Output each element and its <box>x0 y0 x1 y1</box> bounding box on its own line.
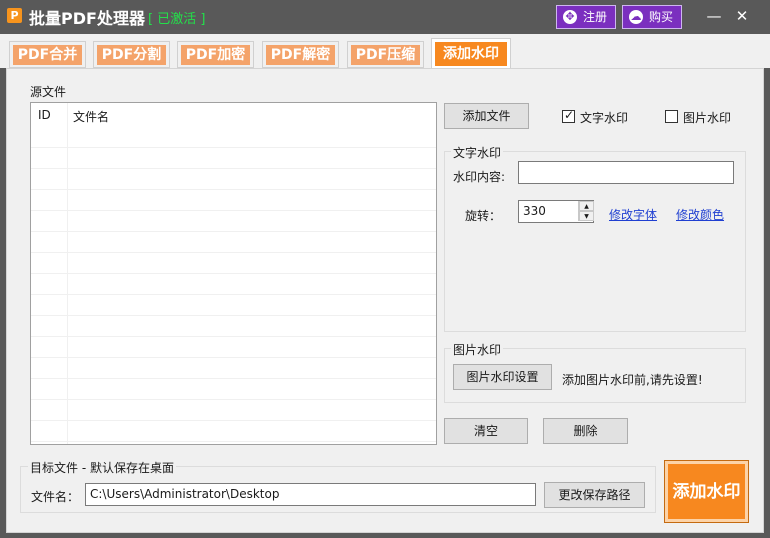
add-watermark-button[interactable]: 添加水印 <box>664 460 749 523</box>
list-row <box>31 232 436 253</box>
close-icon: ✕ <box>735 7 749 25</box>
tab-strip: PDF合并 PDF分割 PDF加密 PDF解密 PDF压缩 添加水印 <box>0 34 770 69</box>
tab-pdf-encrypt[interactable]: PDF加密 <box>177 41 254 68</box>
image-watermark-hint: 添加图片水印前,请先设置! <box>562 373 703 387</box>
buy-label: 购买 <box>649 10 674 24</box>
list-row <box>31 253 436 274</box>
image-watermark-settings-button[interactable]: 图片水印设置 <box>453 364 552 390</box>
change-save-path-button[interactable]: 更改保存路径 <box>544 482 645 508</box>
tab-pdf-split[interactable]: PDF分割 <box>93 41 170 68</box>
spin-up-icon[interactable]: ▲ <box>579 201 594 211</box>
text-watermark-group-label: 文字水印 <box>451 144 504 161</box>
app-logo-icon: P <box>7 8 22 23</box>
tab-pdf-compress[interactable]: PDF压缩 <box>347 41 424 68</box>
list-row <box>31 337 436 358</box>
save-path-input[interactable]: C:\Users\Administrator\Desktop <box>85 483 536 506</box>
tab-label: PDF压缩 <box>351 45 420 65</box>
watermark-content-label: 水印内容: <box>453 170 506 184</box>
list-row <box>31 400 436 421</box>
tab-pdf-merge[interactable]: PDF合并 <box>9 41 86 68</box>
close-button[interactable]: ✕ <box>732 6 752 26</box>
column-header-filename[interactable]: 文件名 <box>73 108 109 125</box>
rotate-label: 旋转： <box>465 209 502 223</box>
file-list[interactable]: ID 文件名 <box>30 102 437 445</box>
minimize-button[interactable]: — <box>704 6 724 26</box>
register-button[interactable]: ✥ 注册 <box>556 5 616 29</box>
target-group-label: 目标文件 - 默认保存在桌面 <box>28 459 176 476</box>
delete-button[interactable]: 删除 <box>543 418 628 444</box>
change-font-link[interactable]: 修改字体 <box>609 206 657 223</box>
app-title: 批量PDF处理器 <box>29 9 145 28</box>
cart-icon: ☁ <box>629 10 643 24</box>
list-row <box>31 379 436 400</box>
title-bar: P 批量PDF处理器 [ 已激活 ] ✥ 注册 ☁ 购买 — ✕ <box>0 0 770 34</box>
list-row <box>31 127 436 148</box>
main-panel: 源文件 ID 文件名 添加文件 ✓ 文字水印 图片水印 文字水印 水印内容: 旋… <box>6 68 764 533</box>
tab-label: PDF分割 <box>97 45 166 65</box>
tab-add-watermark[interactable]: 添加水印 <box>431 38 511 69</box>
tab-label: PDF加密 <box>181 45 250 65</box>
list-row <box>31 148 436 169</box>
buy-button[interactable]: ☁ 购买 <box>622 5 682 29</box>
file-list-header: ID 文件名 <box>31 103 436 127</box>
watermark-content-input[interactable] <box>518 161 734 184</box>
image-watermark-checkbox[interactable] <box>665 110 678 123</box>
text-watermark-checkbox[interactable]: ✓ <box>562 108 575 123</box>
minimize-icon: — <box>706 7 722 25</box>
add-file-button[interactable]: 添加文件 <box>444 103 529 129</box>
tab-label: 添加水印 <box>435 42 507 66</box>
rotate-value: 330 <box>523 204 546 218</box>
list-row <box>31 316 436 337</box>
list-row <box>31 295 436 316</box>
file-name-label: 文件名： <box>31 490 80 504</box>
list-row <box>31 274 436 295</box>
list-row <box>31 169 436 190</box>
column-header-id[interactable]: ID <box>38 108 51 122</box>
register-icon: ✥ <box>563 10 577 24</box>
register-label: 注册 <box>583 10 608 24</box>
checkmark-icon: ✓ <box>564 108 575 122</box>
list-row <box>31 190 436 211</box>
source-group-label: 源文件 <box>30 85 67 99</box>
clear-button[interactable]: 清空 <box>444 418 528 444</box>
activation-status: [ 已激活 ] <box>148 12 206 27</box>
image-watermark-checkbox-label[interactable]: 图片水印 <box>683 109 731 126</box>
tab-label: PDF解密 <box>266 45 335 65</box>
list-row <box>31 421 436 442</box>
app-window: P 批量PDF处理器 [ 已激活 ] ✥ 注册 ☁ 购买 — ✕ PDF合并 P… <box>0 0 770 538</box>
image-watermark-group-label: 图片水印 <box>451 341 504 358</box>
rotate-spinner: ▲ ▼ <box>578 201 594 221</box>
tab-pdf-decrypt[interactable]: PDF解密 <box>262 41 339 68</box>
list-row <box>31 358 436 379</box>
tab-label: PDF合并 <box>13 45 82 65</box>
list-row <box>31 211 436 232</box>
spin-down-icon[interactable]: ▼ <box>579 211 594 221</box>
change-color-link[interactable]: 修改颜色 <box>676 206 724 223</box>
text-watermark-checkbox-label[interactable]: 文字水印 <box>580 109 628 126</box>
